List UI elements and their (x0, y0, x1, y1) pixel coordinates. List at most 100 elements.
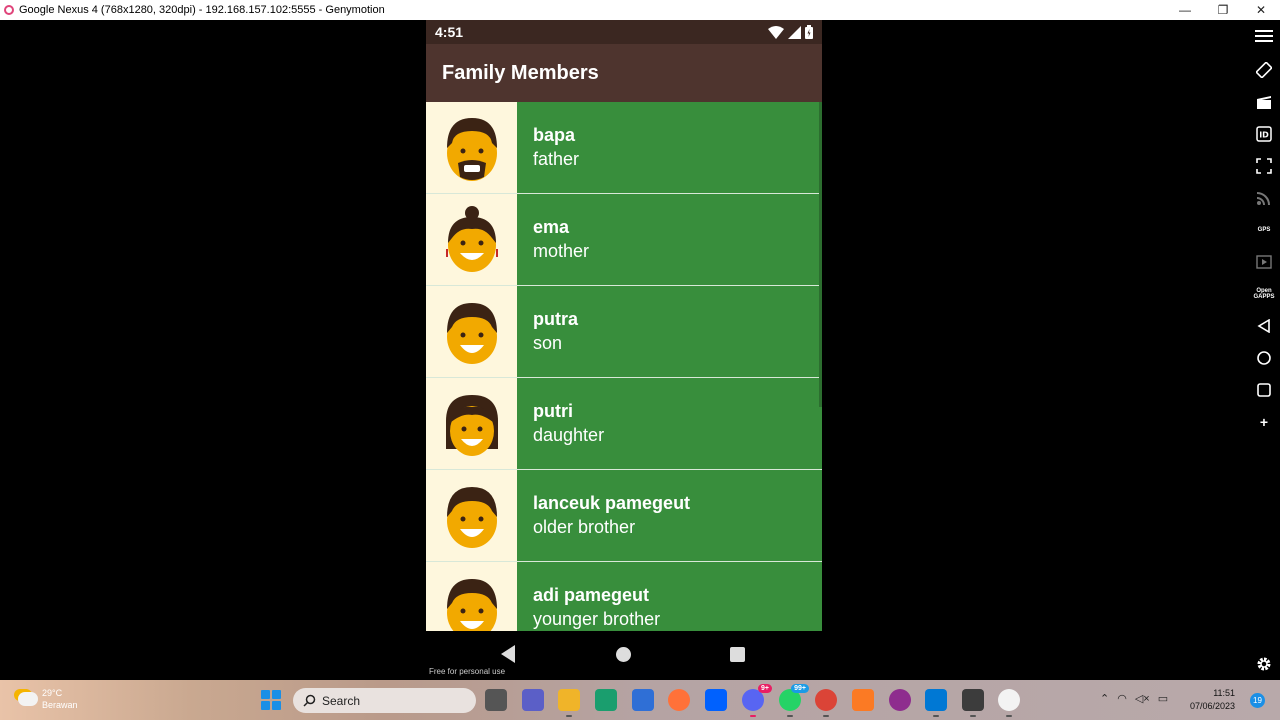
search-placeholder: Search (322, 693, 361, 708)
volume-muted-icon[interactable]: ◁× (1135, 692, 1150, 705)
search-icon (303, 694, 316, 707)
avatar-box (426, 286, 517, 377)
member-name: ema (533, 217, 570, 237)
add-icon[interactable]: + (1254, 412, 1274, 432)
open-gapps-icon[interactable]: Open GAPPS (1253, 284, 1275, 304)
maximize-button[interactable]: ❐ (1204, 0, 1242, 20)
chevron-up-icon[interactable]: ⌃ (1100, 692, 1109, 705)
genymotion-app-icon[interactable] (889, 689, 911, 711)
gps-icon[interactable]: GPS (1254, 220, 1274, 240)
daughter-icon (445, 394, 498, 456)
older-brother-icon (446, 486, 497, 548)
task-view-icon[interactable] (485, 689, 507, 711)
member-name: bapa (533, 125, 576, 145)
whatsapp-icon[interactable]: 99+ (779, 684, 809, 717)
app-bar: Family Members (426, 44, 822, 102)
member-role: older brother (533, 517, 636, 537)
add-label: + (1259, 414, 1269, 430)
watermark-text: Free for personal use (429, 667, 506, 676)
list-item[interactable]: ema mother (426, 194, 822, 286)
avatar-box (426, 194, 517, 285)
camera-icon[interactable] (1254, 92, 1274, 112)
cast-icon[interactable] (1254, 188, 1274, 208)
edge-icon[interactable] (595, 689, 617, 711)
id-icon[interactable]: ID (1254, 124, 1274, 144)
wifi-icon (768, 25, 784, 39)
avatar-box (426, 102, 517, 193)
rotate-icon[interactable] (1254, 60, 1274, 80)
taskbar-clock[interactable]: 11:51 07/06/2023 (1190, 687, 1235, 713)
notification-badge[interactable]: 19 (1250, 693, 1265, 708)
id-label: ID (1259, 131, 1269, 140)
member-role: father (533, 149, 580, 169)
minimize-button[interactable]: — (1166, 0, 1204, 20)
menu-icon[interactable] (1254, 26, 1274, 46)
wifi-tray-icon[interactable]: ◠ (1117, 692, 1127, 705)
son-icon (446, 302, 497, 364)
nav-home-icon[interactable] (616, 647, 631, 662)
weather-desc: Berawan (42, 700, 78, 710)
member-name: putri (533, 401, 573, 421)
device-screen[interactable]: 4:51 Family Members bapa father ema moth… (426, 20, 822, 631)
scrollbar[interactable] (819, 102, 822, 407)
window-title: Google Nexus 4 (768x1280, 320dpi) - 192.… (19, 4, 385, 16)
dropbox-icon[interactable] (705, 689, 727, 711)
list-item[interactable]: putri daughter (426, 378, 822, 470)
member-name: putra (533, 309, 578, 329)
battery-tray-icon[interactable]: ▭ (1158, 692, 1168, 705)
window-title-bar: Google Nexus 4 (768x1280, 320dpi) - 192.… (0, 0, 1280, 20)
member-role: younger brother (533, 609, 661, 629)
windows-taskbar: 29°C Berawan Search 9+ 99+ ⌃ ◠ ◁× ▭ 11:5… (0, 680, 1280, 720)
weather-icon (18, 692, 38, 706)
status-bar: 4:51 (426, 20, 822, 44)
nav-back-icon[interactable] (501, 645, 515, 663)
gps-label: GPS (1257, 227, 1271, 233)
mother-icon (445, 205, 498, 272)
file-explorer-icon[interactable] (558, 689, 580, 717)
father-icon (446, 117, 497, 181)
taskbar-search[interactable]: Search (293, 688, 476, 713)
avatar-box (426, 562, 517, 631)
vscode-icon[interactable] (925, 689, 947, 717)
list-item[interactable]: putra son (426, 286, 822, 378)
app-title: Family Members (442, 61, 599, 84)
list-item[interactable]: lanceuk pamegeut older brother (426, 470, 822, 562)
member-role: mother (533, 241, 590, 261)
gapps-label: Open GAPPS (1253, 288, 1275, 300)
system-tray: ⌃ ◠ ◁× ▭ (1100, 692, 1168, 705)
list-item[interactable]: bapa father (426, 102, 822, 194)
avatar-box (426, 470, 517, 561)
xampp-icon[interactable] (852, 689, 874, 711)
list-item[interactable]: adi pamegeut younger brother (426, 562, 822, 631)
start-button[interactable] (261, 690, 281, 710)
signal-icon (788, 25, 801, 39)
nav-recents-icon[interactable] (730, 647, 745, 662)
android-nav-bar: Free for personal use (426, 631, 822, 680)
battery-icon (805, 25, 813, 39)
discord-icon[interactable]: 9+ (742, 684, 772, 717)
firefox-icon[interactable] (668, 689, 690, 711)
teams-icon[interactable] (522, 689, 544, 711)
chrome-icon[interactable] (815, 689, 837, 717)
recents-icon[interactable] (1254, 380, 1274, 400)
genymotion-toolbar: ID GPS Open GAPPS + (1248, 20, 1280, 680)
terminal-icon[interactable] (962, 689, 984, 717)
discord-badge: 9+ (758, 684, 772, 693)
weather-widget[interactable]: 29°C Berawan (18, 687, 78, 711)
genymotion-running-icon[interactable] (998, 689, 1020, 717)
home-icon[interactable] (1254, 348, 1274, 368)
members-list[interactable]: bapa father ema mother putra son putri d… (426, 102, 822, 631)
member-name: adi pamegeut (533, 585, 650, 605)
close-button[interactable]: ✕ (1242, 0, 1280, 20)
member-name: lanceuk pamegeut (533, 493, 691, 513)
back-icon[interactable] (1254, 316, 1274, 336)
clock-time: 11:51 (1213, 688, 1236, 698)
fullscreen-icon[interactable] (1254, 156, 1274, 176)
member-role: son (533, 333, 563, 353)
store-icon[interactable] (632, 689, 654, 711)
weather-temp: 29°C (42, 688, 63, 698)
settings-icon[interactable] (1254, 654, 1274, 674)
media-icon[interactable] (1254, 252, 1274, 272)
younger-brother-icon (446, 578, 497, 631)
status-time: 4:51 (435, 24, 464, 40)
